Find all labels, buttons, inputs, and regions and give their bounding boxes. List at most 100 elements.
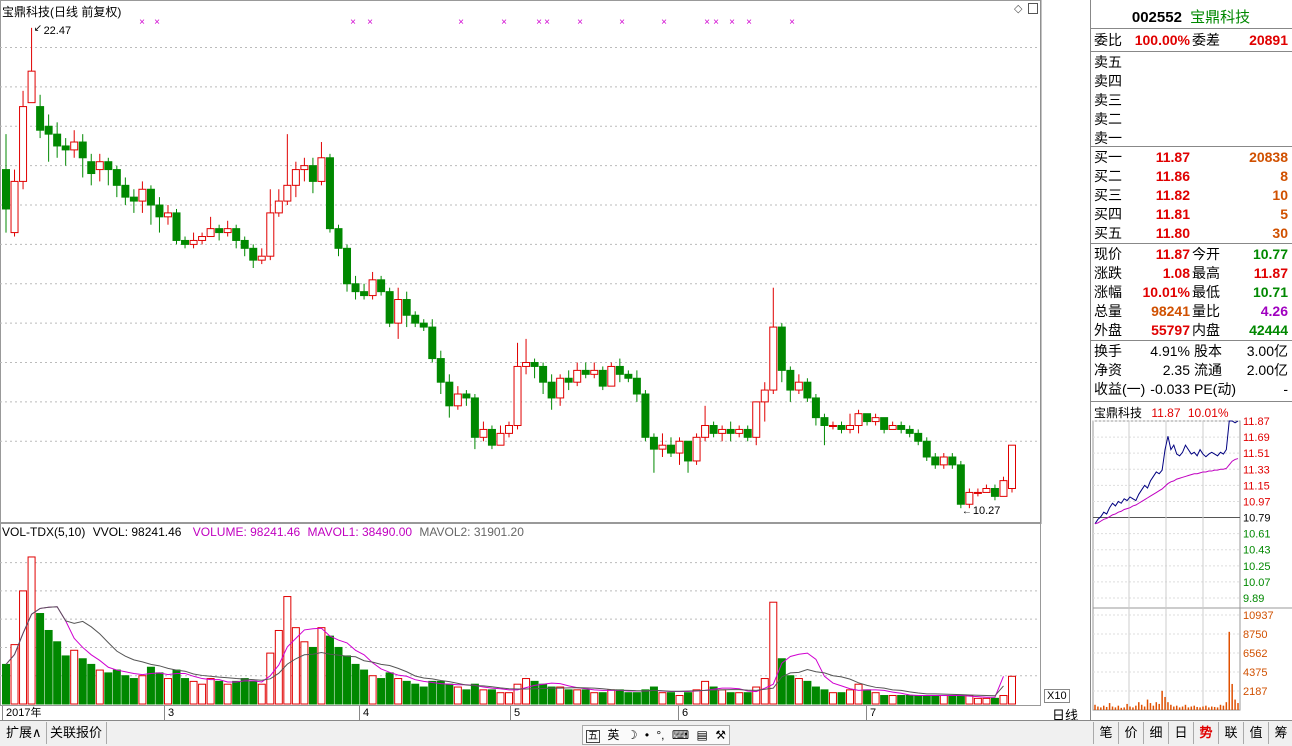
buy-row[interactable]: 买二 11.86 8 <box>1092 167 1292 186</box>
candle-body <box>53 133 62 147</box>
volume-bar <box>428 680 437 705</box>
volume-bar <box>863 689 872 705</box>
candle-body <box>794 381 803 391</box>
buy-row[interactable]: 买四 11.81 5 <box>1092 205 1292 224</box>
buy-volume: 10 <box>1272 187 1288 203</box>
volume-bar <box>402 680 411 705</box>
intraday-price-tick: 10.25 <box>1243 561 1271 573</box>
candle-body <box>10 180 19 234</box>
candle <box>615 358 624 383</box>
bottom-tab-right[interactable]: 联 <box>1218 722 1243 744</box>
candle <box>462 390 471 406</box>
volume-bar <box>78 658 87 705</box>
event-mark-icon: × <box>577 17 583 28</box>
volume-bar <box>104 672 113 705</box>
volume-bar <box>257 683 266 705</box>
moon-icon[interactable]: ☽ <box>627 728 638 742</box>
candle <box>343 244 352 292</box>
intraday-price-tick: 11.69 <box>1243 432 1270 444</box>
volume-bar <box>36 613 45 705</box>
candle-body <box>709 425 718 434</box>
bottom-tab-right[interactable]: 值 <box>1243 722 1268 744</box>
candle-body <box>522 362 531 367</box>
candle <box>811 394 820 426</box>
candle-body <box>632 377 641 395</box>
date-tick-label: 3 <box>164 706 174 720</box>
bottom-tab-right[interactable]: 筹 <box>1268 722 1292 744</box>
event-mark-icon: × <box>746 17 752 28</box>
bottom-tab-right[interactable]: 笔 <box>1093 722 1118 744</box>
ime-logo-icon[interactable]: 五 <box>586 730 600 743</box>
ime-toolbar[interactable]: 五 英 ☽ • °, ⌨ ▤ ⚒ <box>582 725 730 745</box>
diamond-icon[interactable]: ◇ <box>1014 2 1022 15</box>
candle <box>240 236 249 257</box>
candle <box>411 311 420 328</box>
weicha-value: 20891 <box>1249 32 1288 48</box>
volume-bar <box>487 689 496 705</box>
candle-body <box>496 432 505 446</box>
candle <box>939 453 948 469</box>
dot-icon[interactable]: • <box>645 728 649 742</box>
candle <box>863 413 872 426</box>
candle-body <box>411 314 420 324</box>
candle <box>624 370 633 383</box>
volume-bar <box>675 695 684 705</box>
candle-body <box>308 165 317 182</box>
volume-bar <box>291 627 300 705</box>
ime-lang-icon[interactable]: 英 <box>607 728 619 742</box>
candle <box>598 366 607 391</box>
buy-label: 买四 <box>1094 206 1122 222</box>
candle-body <box>487 428 496 446</box>
bottom-tab-right[interactable]: 日 <box>1168 722 1193 744</box>
volume-bar <box>914 695 923 705</box>
wrench-icon[interactable]: ⚒ <box>715 728 726 742</box>
candle-body <box>786 369 795 391</box>
event-mark-icon: × <box>619 17 625 28</box>
comma-icon[interactable]: °, <box>656 728 664 742</box>
volume-bar <box>445 683 454 705</box>
candle <box>794 374 803 395</box>
doc-icon[interactable]: ▤ <box>697 728 708 742</box>
keyboard-icon[interactable]: ⌨ <box>672 728 689 742</box>
high-price-label: 22.47 <box>44 25 72 37</box>
candle <box>291 161 300 198</box>
candle <box>206 216 215 238</box>
volume-bar <box>965 695 974 705</box>
stat-label: 涨幅 <box>1094 284 1122 300</box>
bottom-tab-right[interactable]: 价 <box>1118 722 1143 744</box>
candle <box>735 425 744 438</box>
window-icon[interactable] <box>1028 3 1038 14</box>
buy-row[interactable]: 买五 11.80 30 <box>1092 224 1292 243</box>
candle-body <box>112 169 121 186</box>
volume-bar <box>692 689 701 705</box>
volume-bar <box>283 596 292 705</box>
volume-bar <box>590 692 599 705</box>
bottom-tab-right[interactable]: 细 <box>1143 722 1168 744</box>
bottom-tab-left[interactable]: 扩展∧ <box>2 722 47 744</box>
buy-price: 11.87 <box>1155 149 1190 165</box>
stat-value: 11.87 <box>1253 265 1288 281</box>
candle <box>897 421 906 434</box>
candle <box>44 114 53 162</box>
volume-bar <box>317 627 326 705</box>
candle-body <box>198 236 207 241</box>
volume-bar <box>334 646 343 705</box>
candle-body <box>445 381 454 407</box>
volume-frame <box>0 523 1041 706</box>
candle <box>666 437 675 458</box>
fund-value: 2.00亿 <box>1246 362 1288 378</box>
event-mark-icon: × <box>154 17 160 28</box>
sell-label: 卖四 <box>1094 73 1122 89</box>
candle <box>581 362 590 379</box>
volume-bar <box>701 680 710 705</box>
kline-chart[interactable]: 22.0021.0020.0019.0018.0017.0016.0015.00… <box>0 0 1042 524</box>
bottom-tab-left[interactable]: 关联报价 <box>46 722 108 744</box>
bottom-tab-right[interactable]: 势 <box>1193 722 1218 744</box>
candle <box>155 197 164 233</box>
candle <box>752 401 761 446</box>
candle-body <box>223 228 232 234</box>
buy-row[interactable]: 买一 11.87 20838 <box>1092 148 1292 167</box>
candle-body <box>129 196 138 202</box>
candle-body <box>232 228 241 241</box>
buy-row[interactable]: 买三 11.82 10 <box>1092 186 1292 205</box>
